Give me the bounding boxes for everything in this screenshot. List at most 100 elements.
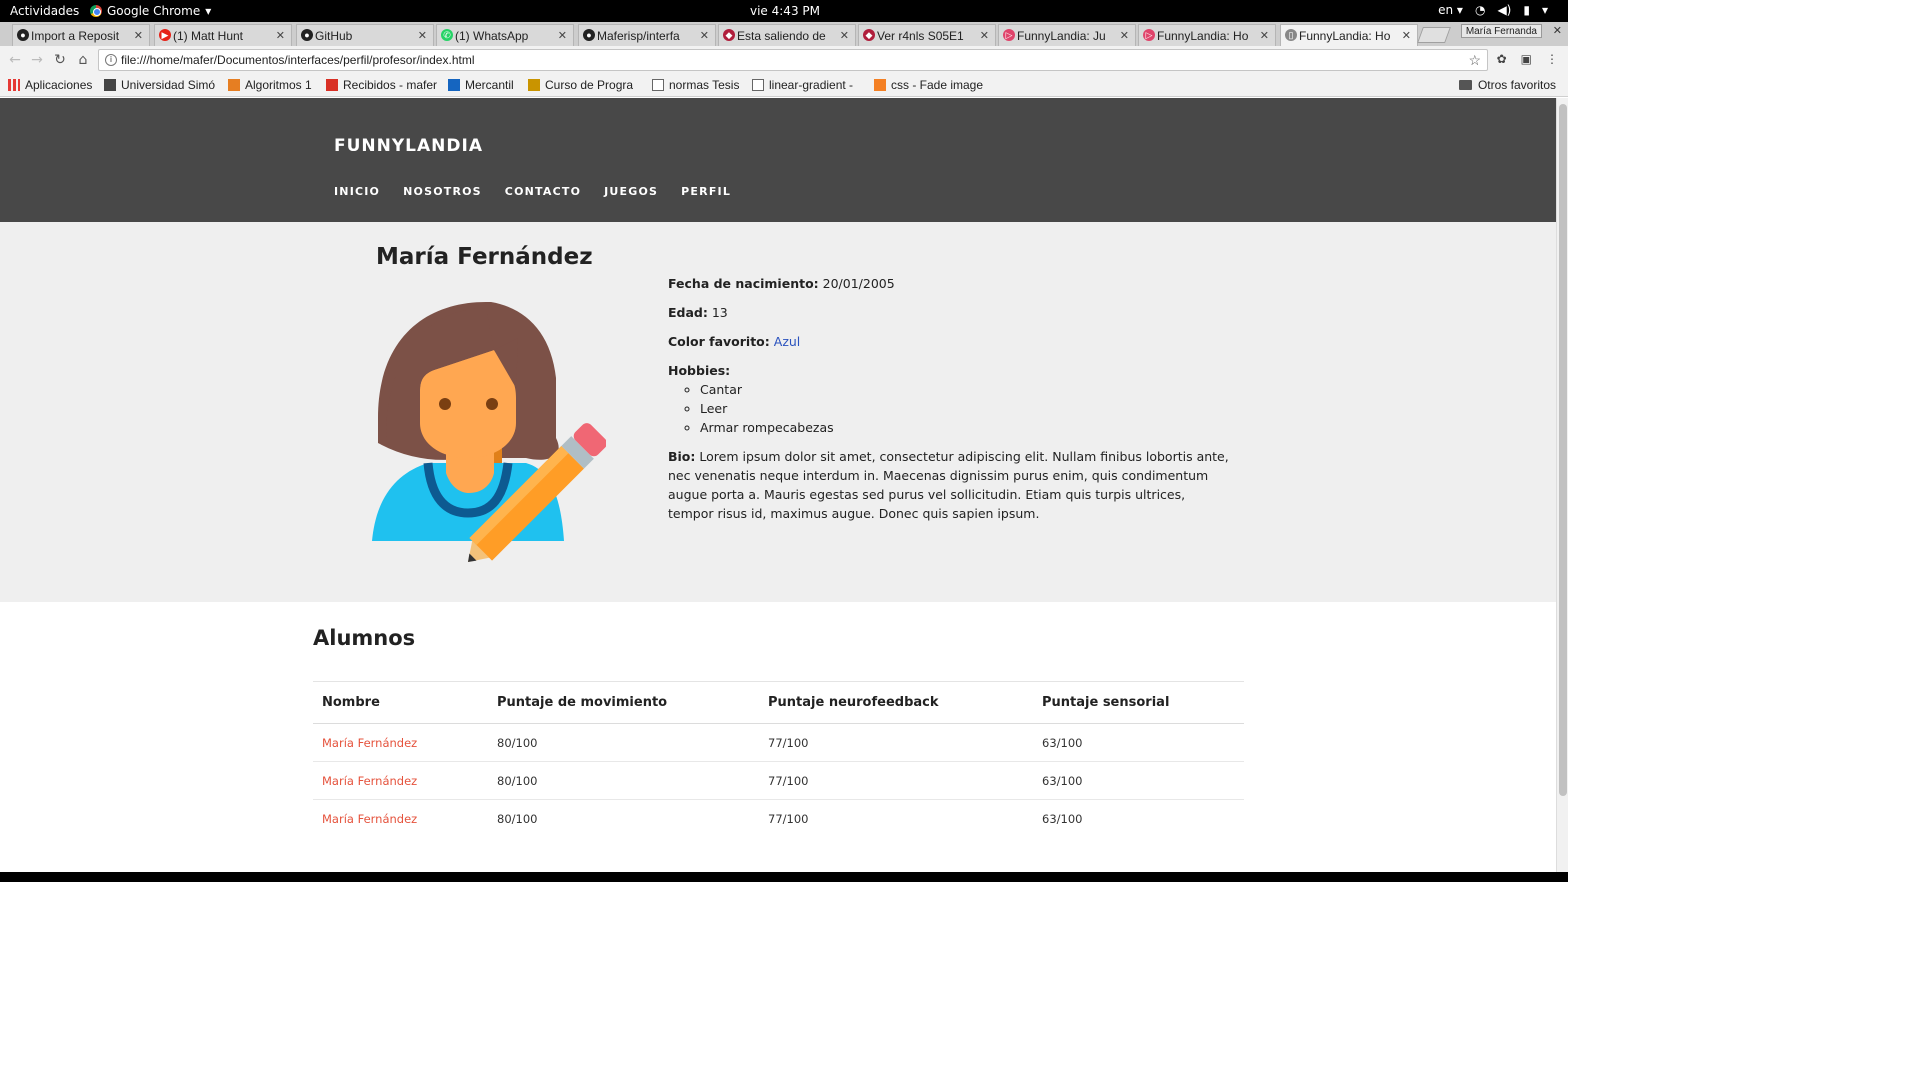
screen-bottom-edge (0, 872, 1568, 882)
folder-icon (1458, 80, 1472, 90)
university-icon (104, 79, 116, 91)
close-tab-icon[interactable]: ✕ (276, 29, 285, 42)
site-logo[interactable]: FUNNYLANDIA (334, 136, 483, 156)
close-window-icon[interactable]: ✕ (1553, 24, 1562, 37)
table-cell: 80/100 (488, 723, 759, 762)
close-tab-icon[interactable]: ✕ (558, 29, 567, 42)
browser-tab[interactable]: ◆ Esta saliendo de ✕ (718, 24, 856, 46)
language-indicator[interactable]: en ▾ (1438, 3, 1463, 17)
tab-label: Ver r4nls S05E1 (877, 28, 964, 43)
bio-label: Bio: (668, 449, 696, 464)
browser-tab[interactable]: ▷ FunnyLandia: Ho ✕ (1138, 24, 1276, 46)
site-icon: ◆ (723, 29, 735, 41)
table-cell: 63/100 (1033, 723, 1244, 762)
bookmark-item[interactable]: css - Fade image (874, 78, 983, 92)
bookmark-item[interactable]: Mercantil (448, 78, 514, 92)
youtube-icon: ▶ (159, 29, 171, 41)
back-button[interactable]: ← (6, 51, 24, 69)
table-cell: 80/100 (497, 811, 538, 826)
browser-tab[interactable]: ✆ (1) WhatsApp ✕ (436, 24, 574, 46)
table-cell: 77/100 (759, 723, 1033, 762)
table-cell: 63/100 (1042, 811, 1083, 826)
page-icon: ▯ (1285, 29, 1297, 41)
bookmark-star-icon[interactable]: ☆ (1468, 50, 1481, 70)
close-tab-icon[interactable]: ✕ (980, 29, 989, 42)
extension-icon[interactable]: ▣ (1521, 52, 1532, 66)
close-tab-icon[interactable]: ✕ (1402, 29, 1411, 42)
browser-tab[interactable]: ● Maferisp/interfa ✕ (578, 24, 716, 46)
profile-chip[interactable]: María Fernanda (1460, 24, 1542, 38)
bookmark-item[interactable]: normas Tesis (652, 78, 739, 92)
color-link[interactable]: Azul (774, 334, 801, 349)
browser-tab[interactable]: ▷ FunnyLandia: Ju ✕ (998, 24, 1136, 46)
close-tab-icon[interactable]: ✕ (1120, 29, 1129, 42)
gmail-icon (326, 79, 338, 91)
bookmark-item[interactable]: Algoritmos 1 (228, 78, 312, 92)
student-link[interactable]: María Fernández (322, 812, 417, 826)
tab-label: (1) Matt Hunt (173, 28, 244, 43)
birth-label: Fecha de nacimiento: (668, 276, 819, 291)
menu-icon[interactable]: ⋮ (1546, 52, 1558, 66)
clock[interactable]: vie 4:43 PM (750, 4, 820, 18)
browser-tab[interactable]: ● Import a Reposit ✕ (12, 24, 150, 46)
bookmark-label: Universidad Simó (121, 78, 216, 92)
bookmark-label: Curso de Progra (545, 78, 634, 92)
tab-label: FunnyLandia: Ju (1017, 28, 1106, 43)
browser-tab[interactable]: ▶ (1) Matt Hunt ✕ (154, 24, 292, 46)
birth-row: Fecha de nacimiento: 20/01/2005 (668, 274, 1233, 293)
stackoverflow-icon (874, 79, 886, 91)
list-item: Cantar (700, 380, 1233, 399)
student-link[interactable]: María Fernández (322, 736, 417, 750)
student-link[interactable]: María Fernández (322, 774, 417, 788)
close-tab-icon[interactable]: ✕ (418, 29, 427, 42)
nav-juegos[interactable]: JUEGOS (604, 185, 658, 198)
caret-down-icon: ▾ (1541, 3, 1548, 17)
tab-strip: ▯ FunnyLandia: Ho ✕ ▷ FunnyLandia: Ho ✕ ▷ Funny… (0, 22, 1568, 46)
app-menu[interactable]: Google Chrome ▾ (90, 4, 211, 18)
bookmark-item[interactable]: linear-gradient - (752, 78, 853, 92)
bookmark-item[interactable]: Curso de Progra (528, 78, 633, 92)
reload-button[interactable]: ↻ (51, 51, 69, 69)
bio-row: Bio: Lorem ipsum dolor sit amet, consect… (668, 447, 1233, 523)
browser-tab[interactable]: ▯ FunnyLandia: Ho ✕ (1280, 24, 1418, 46)
page-icon (652, 79, 664, 91)
close-tab-icon[interactable]: ✕ (1260, 29, 1269, 42)
new-tab-button[interactable] (1417, 27, 1451, 43)
browser-tab[interactable]: ● GitHub ✕ (296, 24, 434, 46)
other-bookmarks-label: Otros favoritos (1477, 78, 1556, 92)
nav-inicio[interactable]: INICIO (334, 185, 380, 198)
table-row: María Fernández 80/100 77/100 63/100 (313, 800, 1244, 838)
page-scrollbar[interactable] (1556, 98, 1568, 872)
bookmark-label: Mercantil (465, 78, 514, 92)
activities-button[interactable]: Actividades (10, 4, 79, 18)
bookmark-item[interactable]: Recibidos - mafer (326, 78, 437, 92)
close-tab-icon[interactable]: ✕ (700, 29, 709, 42)
scrollbar-thumb[interactable] (1559, 104, 1567, 796)
browser-tab[interactable]: ◆ Ver r4nls S05E1 ✕ (858, 24, 996, 46)
github-icon: ● (583, 29, 595, 41)
column-header: Puntaje de movimiento (488, 681, 759, 724)
nav-contacto[interactable]: CONTACTO (505, 185, 581, 198)
nav-perfil[interactable]: PERFIL (681, 185, 731, 198)
status-area[interactable]: en ▾ ◔ ◀) ▮ ▾ (1438, 3, 1548, 17)
course-icon (528, 79, 540, 91)
funnylandia-icon: ▷ (1143, 29, 1155, 41)
list-item: Leer (700, 399, 1233, 418)
bookmark-item[interactable]: Aplicaciones (8, 78, 92, 92)
close-tab-icon[interactable]: ✕ (840, 29, 849, 42)
forward-button[interactable]: → (28, 51, 46, 69)
other-bookmarks[interactable]: Otros favoritos (1458, 78, 1556, 92)
hobbies-label: Hobbies: (668, 363, 731, 378)
bookmark-label: Recibidos - mafer (343, 78, 438, 92)
address-bar[interactable]: i file:///home/mafer/Documentos/interfac… (98, 49, 1488, 71)
table-cell: 77/100 (768, 811, 809, 826)
site-icon (228, 79, 240, 91)
bookmark-item[interactable]: Universidad Simó (104, 78, 215, 92)
home-button[interactable]: ⌂ (74, 51, 92, 69)
nav-nosotros[interactable]: NOSOTROS (403, 185, 482, 198)
close-tab-icon[interactable]: ✕ (134, 29, 143, 42)
info-icon[interactable]: i (105, 54, 117, 66)
extension-icon[interactable]: ✿ (1497, 52, 1507, 66)
hobbies-row: Hobbies: (668, 361, 1233, 380)
table-header-row: Nombre Puntaje de movimiento Puntaje neu… (313, 681, 1244, 724)
